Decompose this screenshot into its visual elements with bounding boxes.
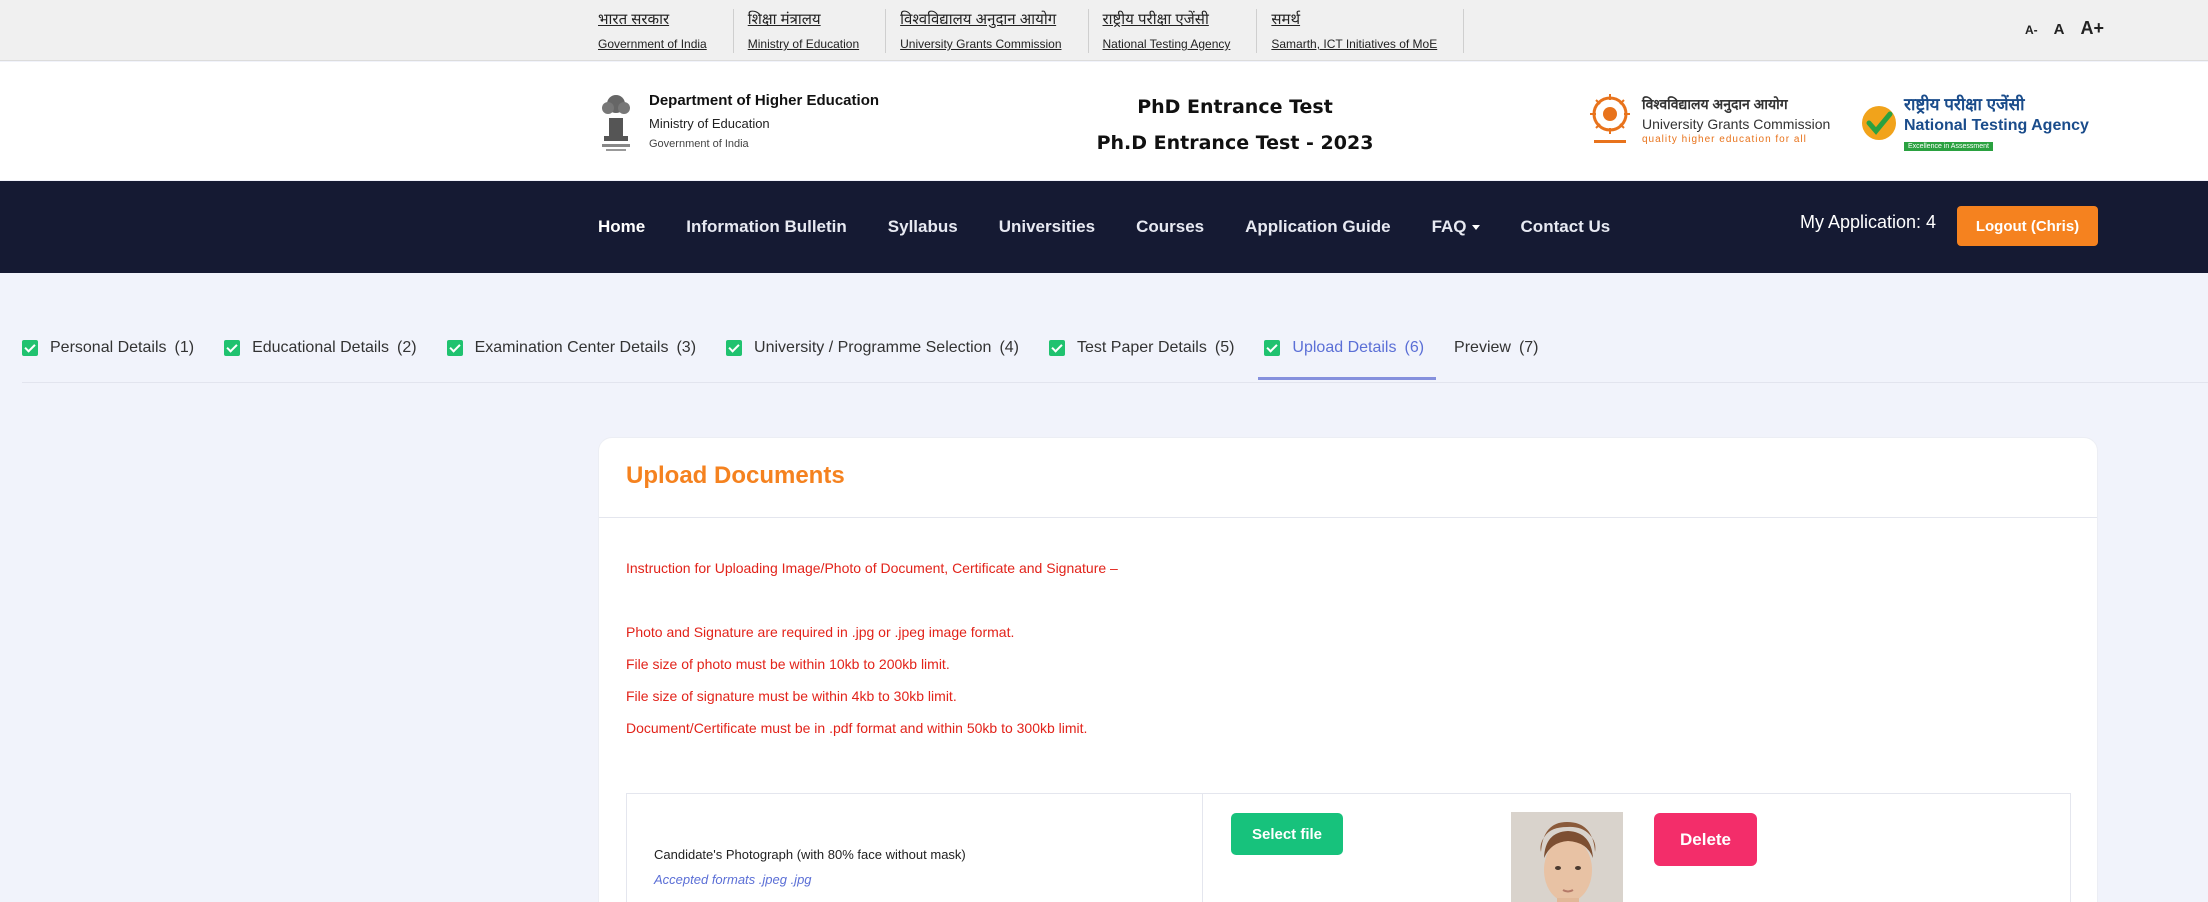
step-label: Preview <box>1454 339 1511 356</box>
checkbox-checked-icon <box>1049 340 1066 356</box>
select-file-button[interactable]: Select file <box>1231 813 1343 855</box>
nta-hindi-name: राष्ट्रीय परीक्षा एजेंसी <box>1904 95 2025 114</box>
ministry-name: Ministry of Education <box>649 116 770 131</box>
gov-link-english[interactable]: Samarth, ICT Initiatives of MoE <box>1271 37 1437 51</box>
step-educational-details[interactable]: Educational Details (2) <box>224 328 417 368</box>
nta-check-icon <box>1862 105 1896 140</box>
nta-tagline: Excellence in Assessment <box>1904 142 1993 151</box>
government-name: Government of India <box>649 138 749 150</box>
step-personal-details[interactable]: Personal Details (1) <box>22 328 194 368</box>
step-test-paper-details[interactable]: Test Paper Details (5) <box>1049 328 1234 368</box>
step-number: (6) <box>1404 339 1425 356</box>
nav-menu: Home Information Bulletin Syllabus Unive… <box>598 181 1651 273</box>
ugc-logo: विश्वविद्यालय अनुदान आयोग University Gra… <box>1586 92 1830 148</box>
ugc-emblem-icon <box>1590 94 1630 143</box>
national-emblem-icon <box>602 95 630 151</box>
gov-link-nta[interactable]: राष्ट्रीय परीक्षा एजेंसी National Testin… <box>1089 9 1258 53</box>
gov-link-english[interactable]: Ministry of Education <box>748 37 859 51</box>
photo-upload-label-cell: Candidate's Photograph (with 80% face wi… <box>627 794 1203 902</box>
gov-link-english[interactable]: University Grants Commission <box>900 37 1061 51</box>
gov-links: भारत सरकार Government of India शिक्षा मं… <box>584 9 1465 53</box>
step-number: (2) <box>397 339 417 356</box>
gov-link-india[interactable]: भारत सरकार Government of India <box>584 9 734 53</box>
checkbox-checked-icon <box>1264 340 1281 356</box>
instructions-heading: Instruction for Uploading Image/Photo of… <box>626 560 1118 576</box>
step-examination-center-details[interactable]: Examination Center Details (3) <box>446 328 697 368</box>
exam-title-line1: PhD Entrance Test <box>1137 96 1333 118</box>
gov-link-hindi[interactable]: समर्थ <box>1271 9 1437 29</box>
font-normal-button[interactable]: A <box>2054 21 2065 38</box>
instruction-line: Document/Certificate must be in .pdf for… <box>626 720 1088 736</box>
nta-logo: राष्ट्रीय परीक्षा एजेंसी National Testin… <box>1860 92 2089 153</box>
nav-contact-us[interactable]: Contact Us <box>1521 217 1611 237</box>
font-increase-button[interactable]: A+ <box>2080 18 2104 39</box>
exam-title: PhD Entrance Test Ph.D Entrance Test - 2… <box>1070 96 1400 154</box>
card-title: Upload Documents <box>626 462 845 489</box>
gov-link-ugc[interactable]: विश्वविद्यालय अनुदान आयोग University Gra… <box>886 9 1089 53</box>
step-number: (4) <box>999 339 1020 356</box>
chevron-down-icon <box>1471 225 1480 231</box>
gov-top-bar: भारत सरकार Government of India शिक्षा मं… <box>0 0 2208 61</box>
step-number: (7) <box>1518 339 1539 356</box>
card-header: Upload Documents <box>599 438 2097 518</box>
photo-upload-row: Candidate's Photograph (with 80% face wi… <box>626 793 2071 902</box>
gov-link-education[interactable]: शिक्षा मंत्रालय Ministry of Education <box>734 9 887 53</box>
step-label: University / Programme Selection <box>754 339 992 356</box>
candidate-photo-image <box>1511 812 1623 902</box>
gov-link-hindi[interactable]: शिक्षा मंत्रालय <box>748 9 859 29</box>
steps-divider <box>22 382 2208 383</box>
step-upload-details[interactable]: Upload Details (6) <box>1258 328 1436 380</box>
nav-information-bulletin[interactable]: Information Bulletin <box>686 217 847 237</box>
site-header: Department of Higher Education Ministry … <box>0 62 2208 180</box>
step-label: Upload Details <box>1292 339 1397 356</box>
ugc-tagline: quality higher education for all <box>1642 134 1807 145</box>
nav-faq-dropdown[interactable]: FAQ <box>1432 217 1480 237</box>
gov-link-hindi[interactable]: विश्वविद्यालय अनुदान आयोग <box>900 9 1061 29</box>
step-label: Examination Center Details <box>474 339 669 356</box>
gov-link-hindi[interactable]: राष्ट्रीय परीक्षा एजेंसी <box>1103 9 1231 29</box>
nav-faq-label: FAQ <box>1431 217 1467 236</box>
gov-link-samarth[interactable]: समर्थ Samarth, ICT Initiatives of MoE <box>1257 9 1465 53</box>
department-block: Department of Higher Education Ministry … <box>649 92 879 150</box>
instruction-line: File size of photo must be within 10kb t… <box>626 656 950 672</box>
delete-photo-button[interactable]: Delete <box>1654 813 1757 866</box>
checkbox-checked-icon <box>224 340 241 356</box>
instruction-line: Photo and Signature are required in .jpg… <box>626 624 1015 640</box>
instruction-line: File size of signature must be within 4k… <box>626 688 957 704</box>
gov-link-hindi[interactable]: भारत सरकार <box>598 9 707 29</box>
font-decrease-button[interactable]: A- <box>2025 23 2038 37</box>
step-label: Educational Details <box>252 339 390 356</box>
nav-syllabus[interactable]: Syllabus <box>888 217 958 237</box>
photo-upload-label: Candidate's Photograph (with 80% face wi… <box>654 847 966 862</box>
checkbox-checked-icon <box>22 340 38 356</box>
nav-application-guide[interactable]: Application Guide <box>1245 217 1390 237</box>
font-size-controls: A- A A+ <box>2025 18 2104 39</box>
main-navbar: Home Information Bulletin Syllabus Unive… <box>0 181 2208 273</box>
logout-button[interactable]: Logout (Chris) <box>1957 206 2098 246</box>
nta-english-name: National Testing Agency <box>1904 117 2089 134</box>
ugc-english-name: University Grants Commission <box>1642 116 1831 132</box>
department-name: Department of Higher Education <box>649 92 880 109</box>
gov-link-english[interactable]: National Testing Agency <box>1103 37 1231 51</box>
photo-accepted-formats: Accepted formats .jpeg .jpg <box>654 872 812 887</box>
nav-universities[interactable]: Universities <box>999 217 1095 237</box>
step-preview[interactable]: Preview (7) <box>1454 328 1538 368</box>
ugc-hindi-name: विश्वविद्यालय अनुदान आयोग <box>1642 96 1788 112</box>
gov-link-english[interactable]: Government of India <box>598 37 707 51</box>
step-number: (5) <box>1214 339 1235 356</box>
step-number: (3) <box>676 339 697 356</box>
step-label: Test Paper Details <box>1077 339 1207 356</box>
application-steps: Personal Details (1) Educational Details… <box>22 328 1569 380</box>
step-label: Personal Details <box>50 339 167 356</box>
checkbox-checked-icon <box>726 340 743 356</box>
step-number: (1) <box>174 339 195 356</box>
nav-courses[interactable]: Courses <box>1136 217 1204 237</box>
step-university-programme-selection[interactable]: University / Programme Selection (4) <box>726 328 1019 368</box>
my-application-count[interactable]: My Application: 4 <box>1800 212 1936 233</box>
upload-documents-card: Upload Documents Instruction for Uploadi… <box>598 437 2098 902</box>
uploaded-photo-preview <box>1511 812 1623 902</box>
nav-home[interactable]: Home <box>598 217 645 237</box>
checkbox-checked-icon <box>446 340 463 356</box>
exam-title-line2: Ph.D Entrance Test - 2023 <box>1096 132 1374 154</box>
